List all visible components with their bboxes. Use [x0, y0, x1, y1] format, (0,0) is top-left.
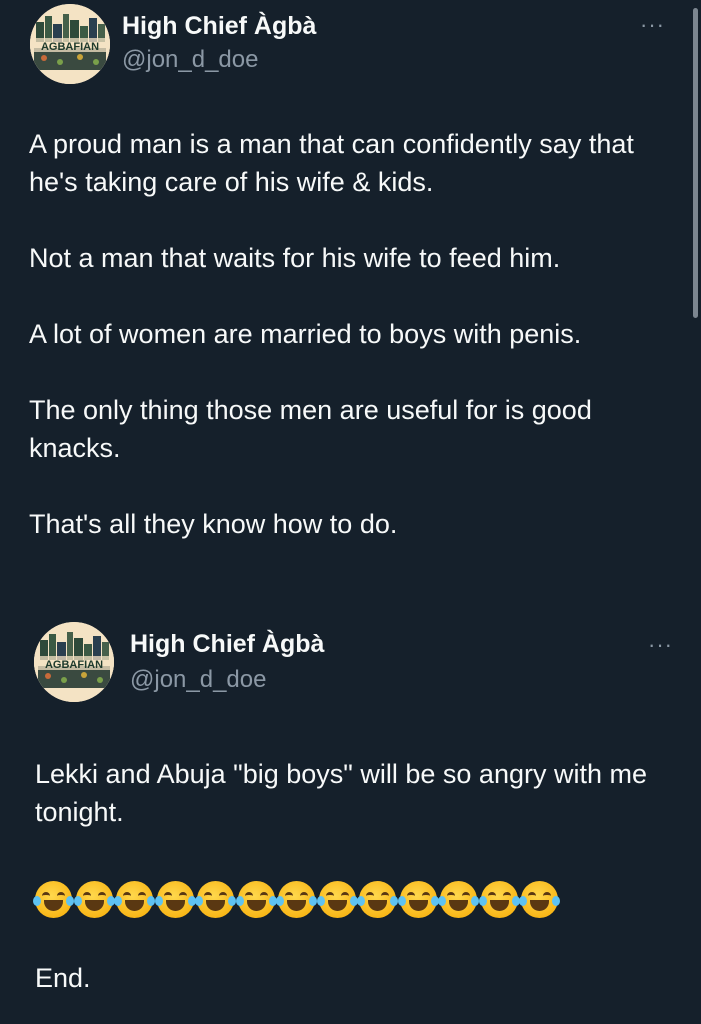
avatar-text: AGBAFIAN	[41, 41, 99, 53]
scrollbar[interactable]	[693, 8, 698, 318]
face-with-tears-of-joy-icon	[438, 881, 479, 918]
face-with-tears-of-joy-icon	[357, 881, 398, 918]
avatar[interactable]: AGBAFIAN	[30, 4, 110, 84]
more-options-icon[interactable]: ···	[640, 14, 665, 36]
author-name[interactable]: High Chief Àgbà	[122, 12, 316, 41]
face-with-tears-of-joy-icon	[397, 881, 439, 918]
tweet-text: Lekki and Abuja "big boys" will be so an…	[35, 755, 685, 831]
avatar-image: AGBAFIAN	[34, 622, 114, 702]
avatar-image: AGBAFIAN	[30, 4, 110, 84]
avatar[interactable]: AGBAFIAN	[34, 622, 114, 702]
author-handle[interactable]: @jon_d_doe	[122, 46, 258, 74]
face-with-tears-of-joy-icon	[235, 881, 277, 918]
face-with-tears-of-joy-icon	[519, 881, 560, 918]
face-with-tears-of-joy-icon	[478, 881, 520, 918]
end-text: End.	[35, 963, 91, 993]
emoji-row	[33, 881, 560, 918]
face-with-tears-of-joy-icon	[195, 881, 236, 918]
face-with-tears-of-joy-icon	[114, 881, 155, 918]
avatar-text: AGBAFIAN	[45, 659, 103, 671]
face-with-tears-of-joy-icon	[154, 881, 196, 918]
tweet-paragraph: That's all they know how to do.	[29, 509, 398, 539]
tweet-paragraph: The only thing those men are useful for …	[29, 395, 592, 463]
tweet[interactable]: AGBAFIAN High Chief Àgbà @jon_d_doe ··· …	[0, 600, 701, 1024]
more-options-icon[interactable]: ···	[648, 634, 673, 656]
author-handle[interactable]: @jon_d_doe	[130, 666, 266, 694]
tweet[interactable]: AGBAFIAN High Chief Àgbà @jon_d_doe ··· …	[0, 0, 701, 580]
tweet-paragraph: Lekki and Abuja "big boys" will be so an…	[35, 759, 647, 827]
face-with-tears-of-joy-icon	[276, 881, 317, 918]
face-with-tears-of-joy-icon	[316, 881, 358, 918]
author-name[interactable]: High Chief Àgbà	[130, 630, 324, 659]
face-with-tears-of-joy-icon	[33, 881, 74, 918]
tweet-text: A proud man is a man that can confidentl…	[29, 125, 679, 543]
tweet-paragraph: Not a man that waits for his wife to fee…	[29, 243, 561, 273]
tweet-paragraph: A lot of women are married to boys with …	[29, 319, 582, 349]
tweet-paragraph: A proud man is a man that can confidentl…	[29, 129, 634, 197]
face-with-tears-of-joy-icon	[73, 881, 115, 918]
